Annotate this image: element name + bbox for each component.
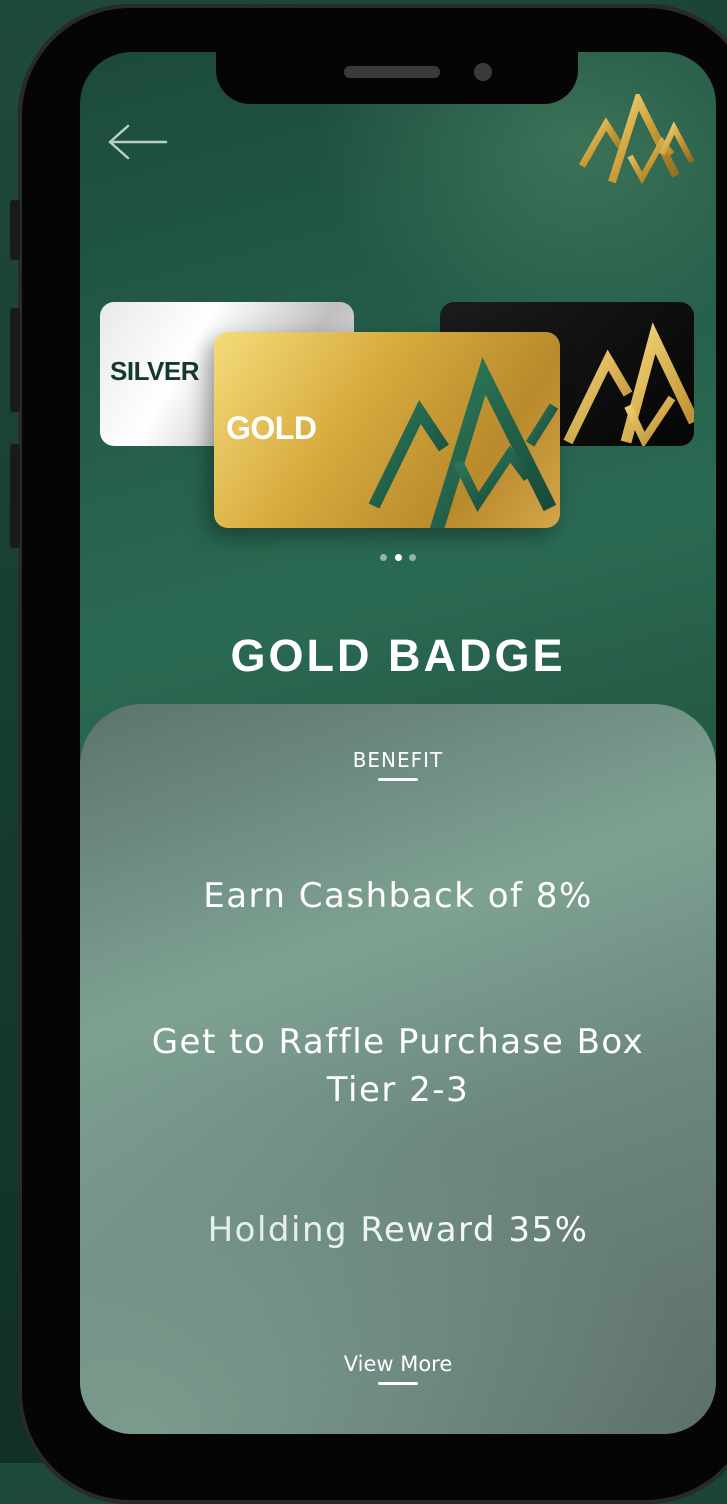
pagination-dot[interactable] <box>409 553 416 561</box>
view-more-link[interactable]: View More <box>298 1352 498 1376</box>
mountain-peaks-logo-icon <box>576 89 696 188</box>
phone-side-button <box>10 444 20 548</box>
phone-notch <box>216 52 578 104</box>
mountain-peaks-card-icon <box>368 357 559 528</box>
benefit-item-raffle: Get to Raffle Purchase Box Tier 2-3 <box>151 1022 645 1110</box>
front-camera <box>474 63 492 81</box>
pagination-dot-active[interactable] <box>394 553 402 561</box>
carousel-pagination <box>380 552 416 562</box>
phone-frame: SILVER GOLD GOLD BADGE BENEFIT Earn Cash… <box>10 4 727 1504</box>
silver-card-label: SILVER <box>110 356 199 386</box>
benefit-item-holding-reward: Holding Reward 35% <box>207 1210 589 1250</box>
benefit-item-cashback: Earn Cashback of 8% <box>203 876 593 916</box>
back-button[interactable] <box>106 122 170 162</box>
benefit-heading-underline <box>378 778 418 781</box>
phone-side-button <box>10 308 20 412</box>
view-more-underline <box>378 1382 418 1385</box>
benefits-panel: BENEFIT Earn Cashback of 8% Get to Raffl… <box>80 704 716 1434</box>
gold-badge-card[interactable]: GOLD <box>214 332 560 528</box>
phone-side-button <box>10 200 20 260</box>
app-screen: SILVER GOLD GOLD BADGE BENEFIT Earn Cash… <box>80 52 716 1434</box>
badge-title: GOLD BADGE <box>230 630 566 681</box>
speaker-grille <box>344 66 440 78</box>
arrow-left-icon <box>108 124 168 160</box>
pagination-dot[interactable] <box>380 553 387 561</box>
benefit-heading: BENEFIT <box>352 748 444 772</box>
